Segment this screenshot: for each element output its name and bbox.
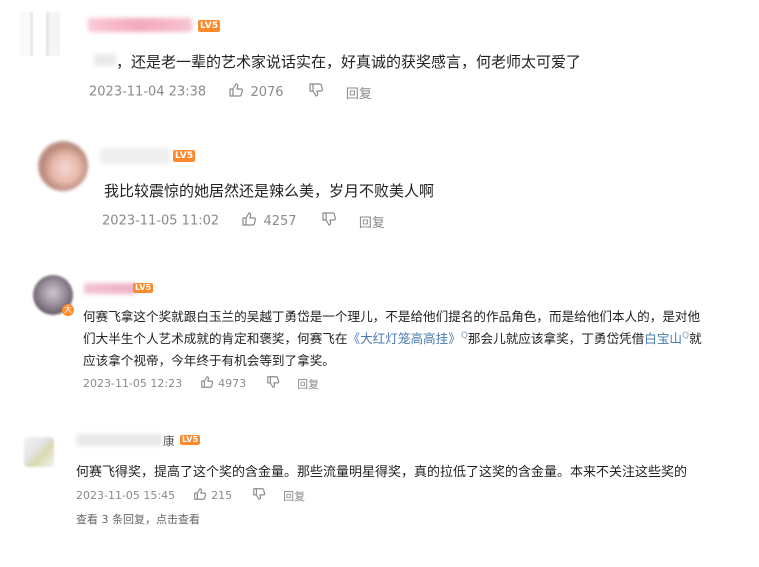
thumbs-up-icon[interactable] [228,82,244,102]
username[interactable] [88,18,192,32]
comment-text: 何赛飞得奖，提高了这个奖的含金量。那些流量明星得奖，真的拉低了这奖的含金量。本来… [76,465,688,480]
timestamp: 2023-11-05 11:02 [102,213,220,229]
avatar[interactable] [20,12,60,56]
username[interactable] [100,148,170,164]
timestamp: 2023-11-04 23:38 [89,84,207,100]
thumbs-down-icon[interactable] [308,82,324,102]
comment-text: 我比较震惊的她居然还是辣么美，岁月不败美人啊 [104,182,435,200]
reply-button[interactable]: 回复 [359,216,385,231]
timestamp: 2023-11-05 12:23 [83,377,183,390]
text-segment: 就 [689,331,702,346]
like-count: 4973 [218,377,247,390]
username-suffix[interactable]: 康 [163,433,175,449]
comment-line-2: 们大半生个人艺术成就的肯定和褒奖，何赛飞在《大红灯笼高高挂》Q那会儿就应该拿奖，… [83,328,702,347]
level-badge: LV5 [173,150,196,162]
avatar[interactable] [38,141,88,191]
level-badge: LV5 [180,435,201,445]
comment-meta: 2023-11-04 23:38 2076 回复 [89,82,372,102]
text-segment: 们大半生个人艺术成就的肯定和褒奖，何赛飞在 [83,331,348,346]
timestamp: 2023-11-05 15:45 [76,489,176,502]
comment-text: ，还是老一辈的艺术家说话实在，好真诚的获奖感言，何老师太可爱了 [116,53,582,71]
thumbs-down-icon[interactable] [321,211,337,231]
username[interactable] [76,434,162,446]
avatar[interactable] [24,437,54,467]
view-replies-link[interactable]: 查看 3 条回复，点击查看 [76,511,200,527]
like-count: 215 [211,489,233,502]
comment-meta: 2023-11-05 11:02 4257 回复 [102,211,385,231]
search-icon[interactable]: Q [461,331,468,341]
comment-meta: 2023-11-05 15:45 215 回复 [76,487,305,504]
level-badge: LV5 [198,20,221,32]
text-segment: 那会儿就应该拿奖，丁勇岱凭借 [467,331,645,346]
show-link[interactable]: 白宝山 [644,331,682,346]
movie-link[interactable]: 《大红灯笼高高挂》 [347,331,460,346]
like-count: 4257 [263,213,297,229]
thumbs-up-icon[interactable] [241,211,257,231]
like-count: 2076 [250,84,284,100]
reply-button[interactable]: 回复 [346,87,372,102]
level-badge: LV5 [133,283,154,293]
thumbs-down-icon[interactable] [266,375,280,392]
reply-button[interactable]: 回复 [283,490,305,503]
thumbs-down-icon[interactable] [252,487,266,504]
comment-meta: 2023-11-05 12:23 4973 回复 [83,375,319,392]
text-blur [94,54,116,66]
avatar-badge: 大 [62,304,74,316]
comment-line-3: 应该拿个视帝，今年终于有机会等到了拿奖。 [83,353,335,368]
username[interactable] [84,283,136,294]
thumbs-up-icon[interactable] [200,375,214,392]
reply-button[interactable]: 回复 [297,378,319,391]
comment-line-1: 何赛飞拿这个奖就跟白玉兰的吴越丁勇岱是一个理儿，不是给他们提名的作品角色，而是给… [83,309,701,324]
thumbs-up-icon[interactable] [193,487,207,504]
